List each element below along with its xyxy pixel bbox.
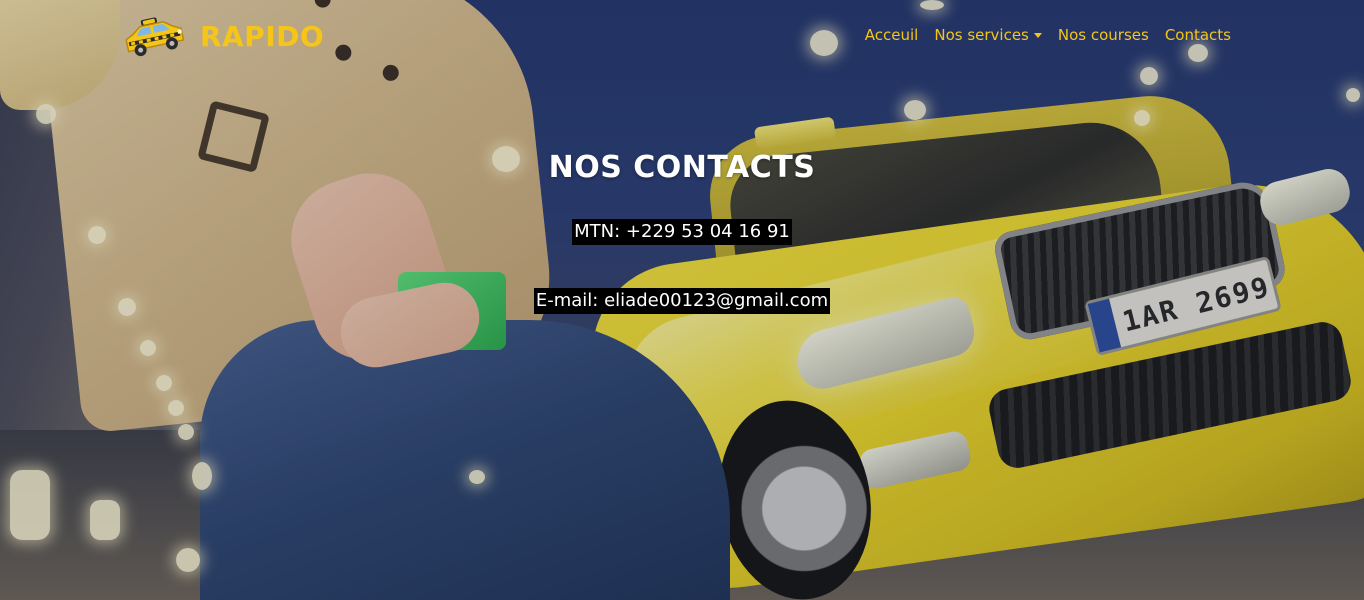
top-navbar: RAPIDO Acceuil Nos services Nos courses … [0,0,1364,72]
nav-link-contacts[interactable]: Contacts [1165,26,1231,44]
page-title: NOS CONTACTS [548,150,816,185]
nav-link-nos-courses[interactable]: Nos courses [1058,26,1149,44]
email-address: E-mail: eliade00123@gmail.com [533,288,831,314]
email-line: E-mail: eliade00123@gmail.com [0,288,1364,314]
nav-link-label: Nos services [934,26,1029,44]
phone-line: MTN: +229 53 04 16 91 [0,219,1364,245]
nav-link-nos-services[interactable]: Nos services [934,26,1042,44]
chevron-down-icon [1033,32,1042,38]
brand-link[interactable]: RAPIDO [122,14,324,58]
taxi-icon [125,17,185,57]
nav-menu: Acceuil Nos services Nos courses Contact… [865,26,1231,44]
phone-number: MTN: +229 53 04 16 91 [572,219,792,245]
contacts-section: NOS CONTACTS MTN: +229 53 04 16 91 E-mai… [0,0,1364,600]
nav-link-acceuil[interactable]: Acceuil [865,26,919,44]
brand-name: RAPIDO [200,19,325,53]
